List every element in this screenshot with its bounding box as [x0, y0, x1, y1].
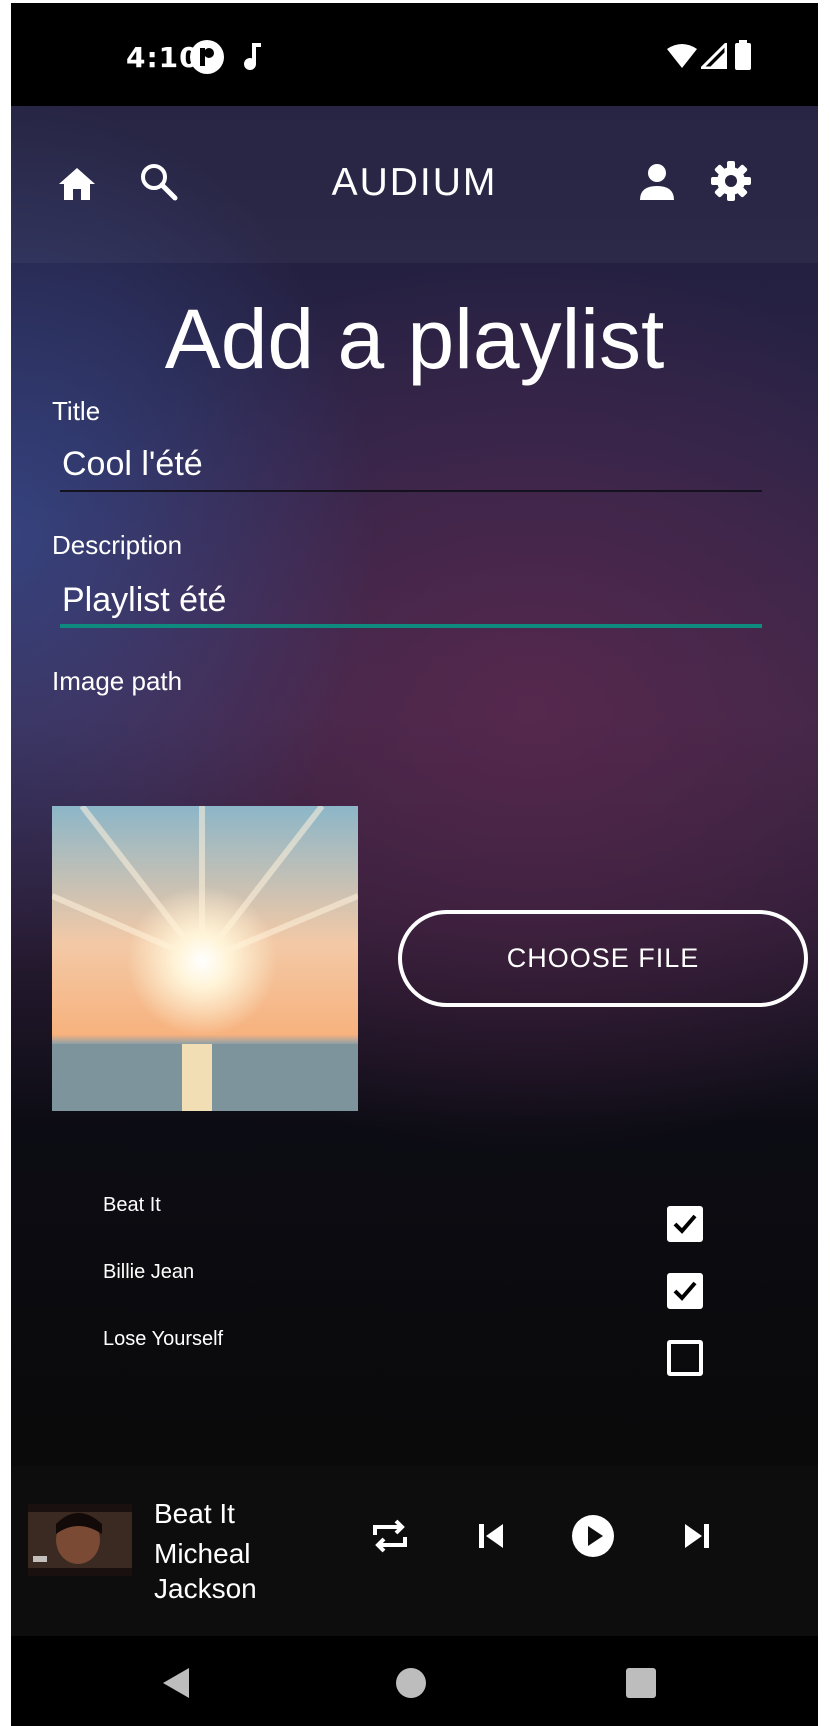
signal-icon — [698, 40, 728, 73]
description-label: Description — [52, 530, 183, 560]
track-name: Beat It — [103, 1194, 161, 1216]
track-checkbox-billie-jean[interactable] — [667, 1273, 703, 1309]
battery-icon — [735, 40, 751, 74]
mini-player[interactable]: Beat It Micheal Jackson — [11, 1466, 818, 1636]
now-playing-thumbnail — [28, 1504, 132, 1576]
choose-file-button[interactable]: CHOOSE FILE — [398, 910, 808, 1007]
description-input[interactable] — [60, 575, 762, 625]
play-icon[interactable] — [571, 1514, 615, 1562]
app-title: AUDIUM — [331, 161, 498, 204]
description-underline-focused — [60, 624, 762, 628]
image-path-label: Image path — [52, 666, 183, 696]
account-icon[interactable] — [637, 162, 677, 206]
skip-previous-icon[interactable] — [477, 1523, 505, 1553]
app-screen: 4:10 AUDIUM Add a playlist Title Cool l'… — [11, 3, 818, 1726]
track-name: Lose Yourself — [103, 1328, 224, 1350]
playlist-cover-image — [52, 806, 358, 1111]
app-notification-icon — [189, 39, 225, 79]
repeat-icon[interactable] — [371, 1517, 409, 1559]
top-app-bar: AUDIUM — [11, 106, 818, 263]
track-checkbox-beat-it[interactable] — [667, 1206, 703, 1242]
checkmark-icon — [673, 1214, 697, 1234]
recents-icon[interactable] — [625, 1667, 657, 1703]
title-input[interactable] — [60, 439, 762, 489]
now-playing-artist: Micheal — [154, 1538, 251, 1569]
page-title: Add a playlist — [164, 292, 665, 386]
wifi-icon — [666, 43, 698, 73]
settings-icon[interactable] — [710, 160, 752, 206]
skip-next-icon[interactable] — [683, 1523, 711, 1553]
back-icon[interactable] — [161, 1666, 191, 1704]
now-playing-artist-line2: Jackson — [154, 1573, 257, 1604]
checkmark-icon — [673, 1281, 697, 1301]
system-navigation-bar — [11, 1636, 818, 1726]
status-bar: 4:10 — [11, 3, 818, 106]
music-note-icon — [241, 41, 263, 75]
main-content: AUDIUM Add a playlist Title Cool l'été D… — [11, 106, 818, 1466]
title-underline — [60, 490, 762, 492]
track-name: Billie Jean — [103, 1261, 195, 1283]
track-checkbox-lose-yourself[interactable] — [667, 1340, 703, 1376]
home-circle-icon[interactable] — [395, 1667, 427, 1703]
now-playing-title: Beat It — [154, 1498, 235, 1529]
title-label: Title — [52, 396, 101, 426]
